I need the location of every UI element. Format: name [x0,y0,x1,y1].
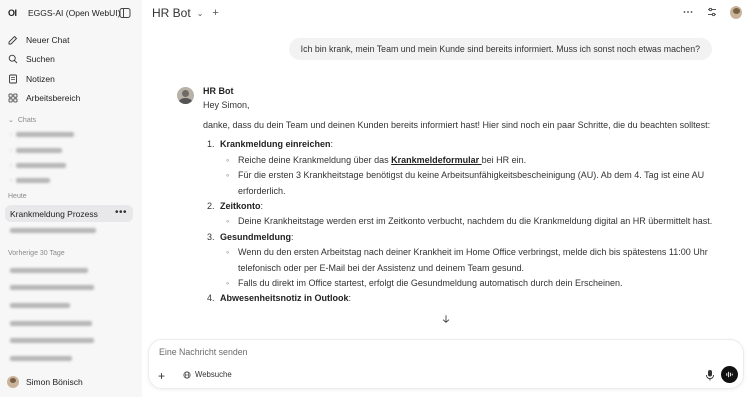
folder-item[interactable]: › [10,177,50,184]
message-composer: Eine Nachricht senden + Websuche [148,339,744,389]
chevron-down-icon: ⌄ [8,117,14,124]
app-name: EGGS-AI (Open WebUI) [28,8,121,18]
waveform-icon [726,371,733,378]
sidebar: OI EGGS-AI (Open WebUI) Neuer Chat Suche… [0,0,142,397]
chat-item[interactable] [10,320,92,327]
list-item: 3. Gesundmeldung: ◦ Wenn du den ersten Ar… [203,230,713,292]
bot-message: Hey Simon, danke, dass du dein Team und … [203,98,713,307]
list-item: 4. Abwesenheitsnotiz in Outlook: [207,293,352,304]
chat-item[interactable] [10,302,70,309]
list-item-title: Zeitkonto [220,200,261,211]
websearch-label: Websuche [195,370,232,379]
globe-icon [183,370,191,379]
section-label: Chats [17,116,37,124]
section-today: Heute [8,193,27,200]
list-item: 2. Zeitkonto: ◦ Deine Krankheitstage werd… [203,199,713,230]
chat-item[interactable] [10,227,96,234]
list-item: 1. Krankmeldung einreichen: ◦ Reiche dein… [203,137,713,199]
nav-label: Neuer Chat [26,34,70,45]
user-message: Ich bin krank, mein Team und mein Kunde … [288,38,712,60]
plus-icon[interactable]: + [158,369,165,383]
form-link[interactable]: Krankmeldeformular [391,155,482,165]
chevron-down-icon[interactable]: ⌄ [197,9,204,18]
list-item-title: Gesundmeldung [220,231,292,242]
edit-icon [8,35,18,45]
nav-notes[interactable]: Notizen [8,69,80,89]
list-item-title: Krankmeldung einreichen [220,139,331,150]
section-label: Heute [8,193,27,200]
bot-greeting: Hey Simon, [203,100,250,110]
brand[interactable]: OI EGGS-AI (Open WebUI) [8,8,120,18]
folder-item[interactable]: › [10,131,74,138]
chat-title: Krankmeldung Prozess [10,208,98,219]
bullet: ◦ Reiche deine Krankmeldung über das Kran… [226,154,527,165]
chat-item[interactable] [10,267,88,274]
controls-icon[interactable] [706,6,718,18]
more-options-icon[interactable] [682,6,694,18]
notes-icon [9,74,17,84]
add-model-icon[interactable]: + [212,7,218,19]
list-item-title: Abwesenheitsnotiz in Outlook [220,293,349,304]
more-options-icon[interactable]: ••• [115,207,127,218]
chat-item[interactable] [10,284,94,291]
section-chats[interactable]: ⌄ Chats [8,116,37,125]
section-label: Vorherige 30 Tage [8,250,65,257]
chat-item-active[interactable]: Krankmeldung Prozess ••• [5,205,133,222]
chat-title: HR Bot [152,6,191,20]
bot-name: HR Bot [203,86,234,96]
header-actions [670,5,742,19]
section-last-30-days: Vorherige 30 Tage [8,250,65,257]
bullet: ◦ Wenn du den ersten Arbeitstag nach dein… [226,247,708,273]
nav-label: Notizen [26,73,55,84]
bullet: ◦ Für die ersten 3 Krankheitstage benötig… [226,170,705,196]
microphone-icon[interactable] [705,369,715,381]
user-name: Simon Bönisch [26,377,83,387]
sidebar-toggle-icon[interactable] [119,7,131,19]
model-selector[interactable]: HR Bot ⌄ + [152,6,219,20]
nav-new-chat[interactable]: Neuer Chat [8,30,80,50]
bullet: ◦ Deine Krankheitstage werden erst im Zei… [226,216,713,227]
nav-label: Arbeitsbereich [26,93,81,104]
nav-workspace[interactable]: Arbeitsbereich [8,89,80,109]
app-logo: OI [8,8,17,18]
sidebar-nav: Neuer Chat Suchen Notizen Arbeitsbereich [8,30,80,108]
nav-search[interactable]: Suchen [8,50,80,70]
arrow-down-icon[interactable] [440,313,452,325]
folder-item[interactable]: › [10,147,62,154]
avatar [7,376,19,388]
bot-intro: danke, dass du dein Team und deinen Kund… [203,119,711,130]
websearch-toggle[interactable]: Websuche [183,370,232,379]
nav-label: Suchen [26,54,55,65]
workspace-icon [8,93,18,103]
message-input[interactable]: Eine Nachricht senden [159,347,248,357]
user-menu[interactable]: Simon Bönisch [7,376,83,388]
search-icon [8,54,18,64]
bullet: ◦ Falls du direkt im Office startest, erf… [226,277,623,288]
folder-item[interactable]: › [10,162,66,169]
voice-mode-button[interactable] [721,366,738,383]
chat-item[interactable] [10,355,72,362]
header-avatar[interactable] [730,5,742,19]
bot-avatar [177,87,194,104]
chat-item[interactable] [10,337,94,344]
